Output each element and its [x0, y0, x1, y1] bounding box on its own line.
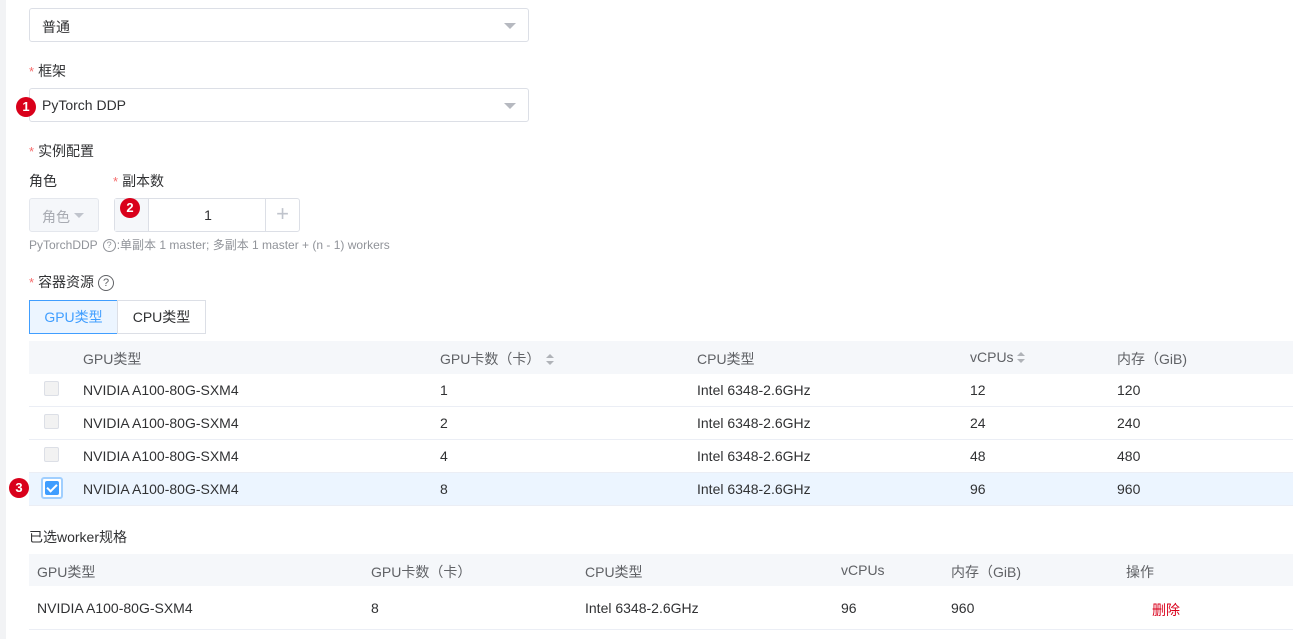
- chevron-down-icon: [504, 23, 516, 29]
- framework-select-value: PyTorch DDP: [42, 97, 127, 113]
- cell-cpu-type: Intel 6348-2.6GHz: [697, 481, 811, 497]
- cell-gpu-type: NVIDIA A100-80G-SXM4: [83, 382, 239, 398]
- cell-gpu-type: NVIDIA A100-80G-SXM4: [83, 415, 239, 431]
- cell-gpu-type: NVIDIA A100-80G-SXM4: [83, 448, 239, 464]
- cell-cpu-type: Intel 6348-2.6GHz: [697, 448, 811, 464]
- sort-icon[interactable]: [1016, 352, 1025, 364]
- check-icon: [45, 481, 59, 495]
- replicas-stepper[interactable]: 1 +: [114, 198, 300, 232]
- container-resources-label: * 容器资源?: [29, 272, 115, 292]
- row-checkbox[interactable]: [44, 414, 59, 429]
- required-mark: *: [29, 64, 35, 79]
- col-header-memory: 内存（GiB): [951, 564, 1021, 580]
- cell-memory: 120: [1117, 382, 1141, 398]
- col-header-actions: 操作: [1126, 564, 1154, 580]
- cell-vcpus: 48: [970, 448, 986, 464]
- cell-memory: 960: [1117, 481, 1141, 497]
- replicas-hint: PyTorchDDP?:单副本 1 master; 多副本 1 master +…: [29, 236, 390, 253]
- cell-vcpus: 24: [970, 415, 986, 431]
- replicas-value[interactable]: 1: [149, 207, 267, 223]
- cell-gpu-type: NVIDIA A100-80G-SXM4: [83, 481, 239, 497]
- required-mark: *: [29, 275, 35, 290]
- chevron-down-icon: [504, 103, 516, 109]
- instance-config-label: * 实例配置: [29, 143, 95, 159]
- col-header-gpu-cards: GPU卡数（卡）: [371, 564, 472, 580]
- role-select-placeholder: 角色: [42, 209, 70, 225]
- help-icon[interactable]: ?: [102, 239, 116, 252]
- cell-gpu-cards: 2: [440, 415, 448, 431]
- cell-memory: 960: [951, 600, 975, 616]
- delete-button[interactable]: 删除: [1152, 600, 1180, 620]
- cell-vcpus: 96: [970, 481, 986, 497]
- row-checkbox[interactable]: [44, 381, 59, 396]
- cell-gpu-cards: 1: [440, 382, 448, 398]
- hint-prefix: PyTorchDDP: [29, 238, 98, 252]
- framework-label: * 框架: [29, 63, 67, 79]
- cell-cpu-type: Intel 6348-2.6GHz: [585, 600, 699, 616]
- row-checkbox-checked[interactable]: [41, 477, 63, 499]
- col-header-vcpus: vCPUs: [841, 562, 885, 578]
- table-header-row: GPU类型 GPU卡数（卡） CPU类型 vCPUs 内存（GiB) 操作: [29, 554, 1293, 586]
- required-mark: *: [29, 144, 35, 159]
- tab-gpu-type[interactable]: GPU类型: [29, 300, 118, 334]
- col-header-memory: 内存（GiB): [1117, 351, 1187, 367]
- table-row-selected[interactable]: NVIDIA A100-80G-SXM4 8 Intel 6348-2.6GHz…: [29, 473, 1293, 506]
- gpu-spec-table: GPU类型 GPU卡数（卡） CPU类型 vCPUs 内存（GiB) NVIDI…: [29, 341, 1293, 506]
- cell-vcpus: 12: [970, 382, 986, 398]
- table-row: NVIDIA A100-80G-SXM4 8 Intel 6348-2.6GHz…: [29, 586, 1293, 630]
- type-select-value: 普通: [42, 19, 70, 35]
- step-badge-2: 2: [120, 198, 140, 218]
- cell-gpu-cards: 8: [371, 600, 379, 616]
- hint-text: :单副本 1 master; 多副本 1 master + (n - 1) wo…: [116, 238, 390, 252]
- col-header-cpu-type: CPU类型: [585, 564, 643, 580]
- cell-gpu-cards: 8: [440, 481, 448, 497]
- step-badge-1: 1: [16, 97, 36, 117]
- cell-cpu-type: Intel 6348-2.6GHz: [697, 415, 811, 431]
- table-row[interactable]: NVIDIA A100-80G-SXM4 4 Intel 6348-2.6GHz…: [29, 440, 1293, 473]
- chevron-down-icon: [74, 213, 84, 218]
- table-header-row: GPU类型 GPU卡数（卡） CPU类型 vCPUs 内存（GiB): [29, 341, 1293, 374]
- help-icon[interactable]: ?: [98, 275, 115, 291]
- left-edge-border: [0, 0, 6, 639]
- col-header-gpu-cards[interactable]: GPU卡数（卡）: [440, 349, 555, 369]
- selected-spec-table: GPU类型 GPU卡数（卡） CPU类型 vCPUs 内存（GiB) 操作 NV…: [29, 554, 1293, 632]
- col-header-gpu-type: GPU类型: [37, 564, 96, 580]
- table-row[interactable]: NVIDIA A100-80G-SXM4 1 Intel 6348-2.6GHz…: [29, 374, 1293, 407]
- tab-cpu-type[interactable]: CPU类型: [117, 300, 206, 334]
- row-checkbox[interactable]: [44, 447, 59, 462]
- role-select[interactable]: 角色: [29, 198, 99, 232]
- role-label: 角色: [29, 173, 57, 189]
- increment-button[interactable]: +: [265, 199, 299, 231]
- cell-cpu-type: Intel 6348-2.6GHz: [697, 382, 811, 398]
- cell-memory: 480: [1117, 448, 1141, 464]
- table-row[interactable]: NVIDIA A100-80G-SXM4 2 Intel 6348-2.6GHz…: [29, 407, 1293, 440]
- framework-select[interactable]: PyTorch DDP: [29, 88, 529, 122]
- col-header-cpu-type: CPU类型: [697, 351, 755, 367]
- required-mark: *: [113, 174, 119, 189]
- type-select[interactable]: 普通: [29, 8, 529, 42]
- col-header-vcpus[interactable]: vCPUs: [970, 349, 1025, 365]
- sort-icon[interactable]: [546, 354, 555, 366]
- cell-vcpus: 96: [841, 600, 857, 616]
- cell-gpu-cards: 4: [440, 448, 448, 464]
- cell-memory: 240: [1117, 415, 1141, 431]
- col-header-gpu-type: GPU类型: [83, 351, 142, 367]
- cell-gpu-type: NVIDIA A100-80G-SXM4: [37, 600, 193, 616]
- selected-worker-spec-title: 已选worker规格: [29, 529, 128, 545]
- replicas-label: * 副本数: [113, 173, 165, 189]
- step-badge-3: 3: [9, 478, 29, 498]
